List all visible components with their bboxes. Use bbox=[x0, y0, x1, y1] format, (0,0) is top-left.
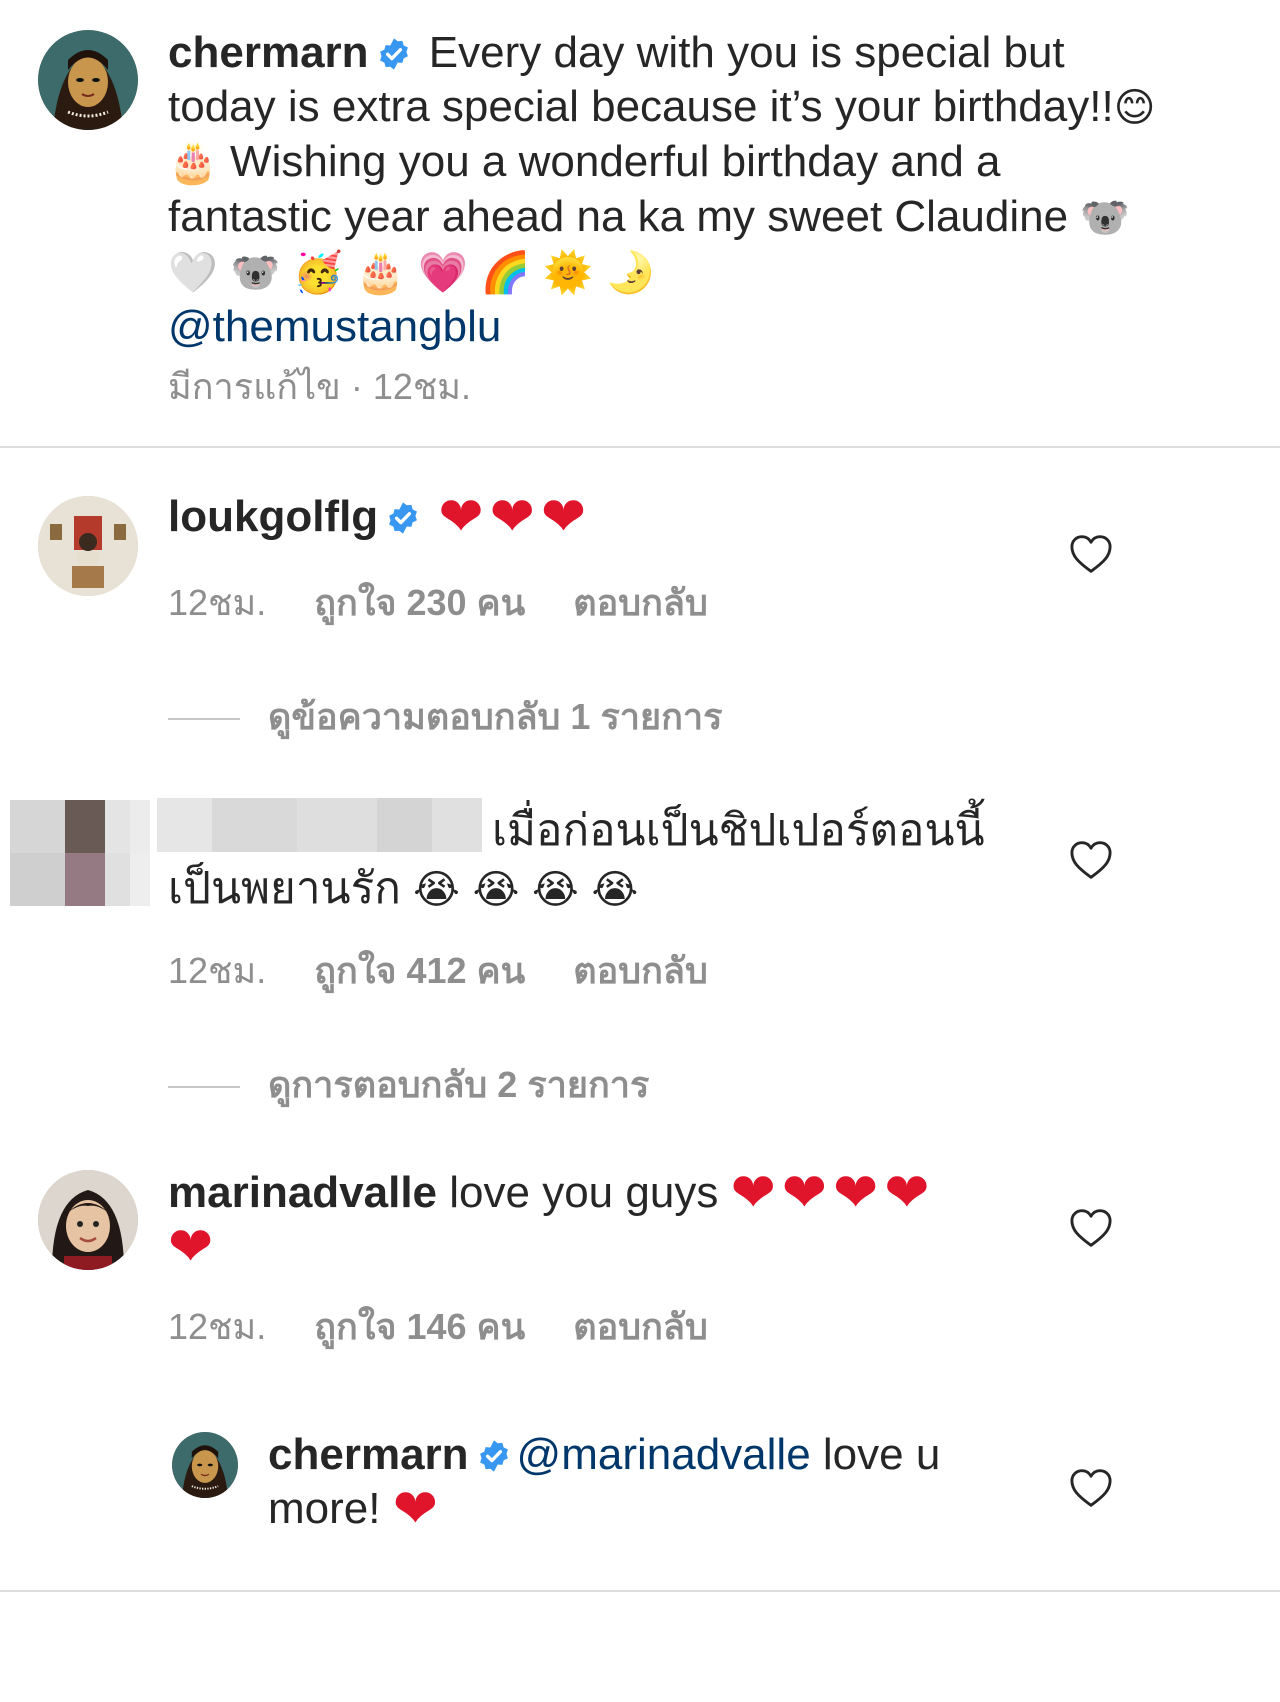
verified-badge-icon bbox=[477, 1439, 511, 1473]
avatar-illustration bbox=[172, 1432, 238, 1498]
comment-avatar[interactable] bbox=[38, 1170, 138, 1270]
reply-username[interactable]: chermarn bbox=[268, 1430, 469, 1479]
reply-like-button[interactable] bbox=[1069, 1468, 1113, 1508]
caption-edited-label: มีการแก้ไข bbox=[168, 366, 341, 407]
view-replies-button[interactable]: ดูการตอบกลับ 2 รายการ bbox=[168, 1056, 649, 1113]
comment-body: love you guys bbox=[449, 1168, 719, 1217]
comment-reply-button[interactable]: ตอบกลับ bbox=[573, 1306, 708, 1347]
heart-outline-icon bbox=[1070, 1209, 1112, 1247]
caption-divider bbox=[0, 446, 1280, 448]
view-replies-button[interactable]: ดูข้อความตอบกลับ 1 รายการ bbox=[168, 688, 722, 745]
comment-likes-count[interactable]: ถูกใจ 146 คน bbox=[314, 1306, 525, 1347]
caption-avatar[interactable] bbox=[38, 30, 138, 130]
comment-meta: 12ชม. ถูกใจ 230 คน ตอบกลับ bbox=[168, 574, 708, 631]
caption-body-2: Wishing you a wonderful birthday and a f… bbox=[168, 137, 1081, 241]
comment-hearts-line2: ❤ bbox=[168, 1217, 220, 1277]
caption-username[interactable]: chermarn bbox=[168, 28, 369, 77]
comment-avatar-pixelated[interactable] bbox=[10, 800, 150, 906]
comment-text: เมื่อก่อนเป็นชิปเปอร์ตอนนี้ bbox=[492, 804, 985, 858]
replies-line bbox=[168, 1086, 240, 1089]
heart-outline-icon bbox=[1070, 841, 1112, 879]
reply-text: chermarn @marinadvalle love u more! ❤ bbox=[268, 1428, 1048, 1536]
comment-time: 12ชม. bbox=[168, 582, 267, 623]
comment-hearts: ❤❤❤ bbox=[438, 487, 593, 547]
comment-like-button[interactable] bbox=[1069, 534, 1113, 574]
verified-badge-icon bbox=[386, 501, 420, 535]
comment-likes-count[interactable]: ถูกใจ 412 คน bbox=[314, 950, 525, 991]
comment-emoji: 😭 😭 😭 😭 bbox=[413, 867, 639, 913]
meta-dot: · bbox=[350, 366, 363, 407]
caption-mention-link[interactable]: @themustangblu bbox=[168, 302, 501, 351]
comment-meta: 12ชม. ถูกใจ 146 คน ตอบกลับ bbox=[168, 1298, 708, 1355]
reply-mention-link[interactable]: @marinadvalle bbox=[517, 1430, 811, 1479]
reply-heart: ❤ bbox=[392, 1479, 444, 1539]
bottom-divider bbox=[0, 1590, 1280, 1592]
heart-outline-icon bbox=[1070, 535, 1112, 573]
comment-text-line2: เป็นพยานรัก 😭 😭 😭 😭 bbox=[168, 862, 638, 917]
comment-time: 12ชม. bbox=[168, 1306, 267, 1347]
comment-username-pixelated[interactable] bbox=[157, 798, 482, 852]
avatar-photo bbox=[38, 496, 138, 596]
reply-body: love u bbox=[810, 1430, 941, 1479]
comment-body-line2: เป็นพยานรัก bbox=[168, 864, 401, 913]
comment-username[interactable]: marinadvalle bbox=[168, 1168, 437, 1217]
caption-text: chermarn Every day with you is special b… bbox=[168, 26, 1168, 354]
comment-reply-button[interactable]: ตอบกลับ bbox=[573, 582, 708, 623]
caption-meta: มีการแก้ไข · 12ชม. bbox=[168, 358, 471, 415]
comment-hearts: ❤❤❤❤ bbox=[730, 1163, 936, 1223]
comment-like-button[interactable] bbox=[1069, 1208, 1113, 1248]
comment-reply-button[interactable]: ตอบกลับ bbox=[573, 950, 708, 991]
comment-avatar[interactable] bbox=[38, 496, 138, 596]
reply-avatar[interactable] bbox=[172, 1432, 238, 1498]
reply-body-line2: more! bbox=[268, 1484, 381, 1533]
comment-username[interactable]: loukgolflg bbox=[168, 492, 378, 541]
view-replies-label: ดูการตอบกลับ 2 รายการ bbox=[268, 1064, 650, 1105]
comment-text: loukgolflg ❤❤❤ bbox=[168, 490, 592, 544]
replies-line bbox=[168, 718, 240, 721]
heart-outline-icon bbox=[1070, 1469, 1112, 1507]
avatar-illustration bbox=[38, 30, 138, 130]
verified-badge-icon bbox=[377, 37, 411, 71]
comment-like-button[interactable] bbox=[1069, 840, 1113, 880]
avatar-photo bbox=[38, 1170, 138, 1270]
comment-likes-count[interactable]: ถูกใจ 230 คน bbox=[314, 582, 525, 623]
caption-time: 12ชม. bbox=[372, 366, 472, 407]
comment-meta: 12ชม. ถูกใจ 412 คน ตอบกลับ bbox=[168, 942, 708, 999]
comment-body-line1: เมื่อก่อนเป็นชิปเปอร์ตอนนี้ bbox=[492, 806, 985, 855]
comment-text: marinadvalle love you guys ❤❤❤❤ ❤ bbox=[168, 1166, 1068, 1274]
comment-time: 12ชม. bbox=[168, 950, 267, 991]
view-replies-label: ดูข้อความตอบกลับ 1 รายการ bbox=[268, 696, 723, 737]
